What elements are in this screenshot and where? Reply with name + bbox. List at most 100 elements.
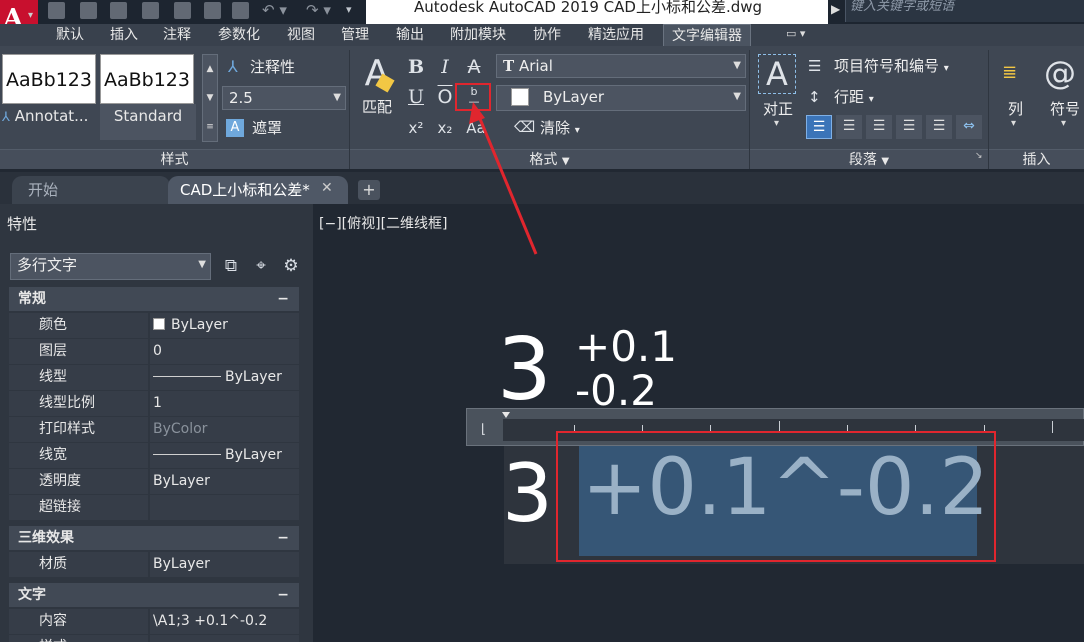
property-row[interactable]: 线型比例 1 bbox=[9, 391, 299, 417]
tab-collaborate[interactable]: 协作 bbox=[533, 24, 561, 46]
quick-select-icon[interactable]: ⚙ bbox=[280, 255, 302, 277]
tab-parametric[interactable]: 参数化 bbox=[218, 24, 260, 46]
distribute-button[interactable]: ☰ bbox=[926, 115, 952, 139]
property-row[interactable]: 超链接 bbox=[9, 495, 299, 521]
section-general[interactable]: 常规 − bbox=[9, 287, 299, 311]
property-value[interactable]: 0 bbox=[150, 339, 299, 364]
font-select[interactable]: T Arial ▼ bbox=[496, 54, 746, 78]
indent-marker-icon[interactable] bbox=[502, 412, 510, 418]
property-row[interactable]: 材质 ByLayer bbox=[9, 552, 299, 578]
tab-insert[interactable]: 插入 bbox=[110, 24, 138, 46]
new-tab-button[interactable]: + bbox=[358, 180, 380, 200]
property-key: 线宽 bbox=[9, 443, 148, 468]
tab-view[interactable]: 视图 bbox=[287, 24, 315, 46]
tab-featured-apps[interactable]: 精选应用 bbox=[588, 24, 644, 46]
columns-label[interactable]: 列 bbox=[1008, 98, 1023, 120]
close-icon[interactable]: ✕ bbox=[321, 180, 333, 196]
chevron-down-icon: ▼ bbox=[198, 259, 206, 270]
property-row[interactable]: 线型 ByLayer bbox=[9, 365, 299, 391]
property-key: 内容 bbox=[9, 609, 148, 634]
style-label-annotative[interactable]: ⅄ Annotat... bbox=[2, 104, 96, 140]
save-as-icon[interactable] bbox=[142, 2, 159, 19]
justification-icon[interactable]: A bbox=[758, 54, 796, 94]
strikethrough-button[interactable]: A bbox=[463, 56, 485, 78]
property-value[interactable]: \A1;3 +0.1^-0.2 bbox=[150, 609, 299, 634]
style-scroll[interactable]: ▲ ▼ ≡ bbox=[202, 54, 218, 142]
style-preview-standard[interactable]: AaBb123 bbox=[100, 54, 194, 104]
section-3d-effects[interactable]: 三维效果 − bbox=[9, 526, 299, 550]
redo-icon[interactable]: ↷ ▾ bbox=[306, 1, 331, 19]
tab-start[interactable]: 开始 bbox=[12, 176, 170, 204]
open-file-icon[interactable] bbox=[80, 2, 97, 19]
open-web-icon[interactable] bbox=[174, 2, 191, 19]
align-center-button[interactable]: ☰ bbox=[836, 115, 862, 139]
ribbon-options-icon[interactable]: ▭ ▾ bbox=[786, 27, 828, 43]
symbol-label[interactable]: 符号 bbox=[1050, 98, 1080, 120]
style-panel-footer: 样式 bbox=[0, 149, 349, 169]
chevron-down-icon: ▾ bbox=[1011, 118, 1017, 129]
section-text[interactable]: 文字 − bbox=[9, 583, 299, 607]
paragraph-panel-footer[interactable]: 段落 ▼ bbox=[750, 149, 988, 169]
tab-annotate[interactable]: 注释 bbox=[163, 24, 191, 46]
bold-button[interactable]: B bbox=[405, 56, 427, 78]
app-menu-arrow-icon[interactable]: ▾ bbox=[28, 10, 33, 21]
undo-icon[interactable]: ↶ ▾ bbox=[262, 1, 287, 19]
quick-access-dropdown-icon[interactable]: ▾ bbox=[346, 3, 352, 16]
save-icon[interactable] bbox=[110, 2, 127, 19]
viewport-controls[interactable]: [−][俯视][二维线框] bbox=[319, 213, 448, 233]
title-arrow-icon[interactable]: ▶ bbox=[831, 2, 840, 16]
property-row[interactable]: 颜色 ByLayer bbox=[9, 313, 299, 339]
tab-stop-icon[interactable]: ⌊ bbox=[481, 422, 486, 437]
tab-output[interactable]: 输出 bbox=[396, 24, 424, 46]
tab-addins[interactable]: 附加模块 bbox=[450, 24, 506, 46]
property-value-text: ByLayer bbox=[225, 447, 282, 463]
text-height-select[interactable]: 2.5 ▼ bbox=[222, 86, 346, 110]
property-row[interactable]: 线宽 ByLayer bbox=[9, 443, 299, 469]
object-type-select[interactable]: 多行文字 ▼ bbox=[10, 253, 211, 280]
property-value[interactable]: ByLayer bbox=[150, 365, 299, 390]
select-objects-icon[interactable]: ⌖ bbox=[250, 255, 272, 277]
property-value[interactable]: ByLayer bbox=[150, 469, 299, 494]
tab-default[interactable]: 默认 bbox=[56, 24, 84, 46]
mask-label[interactable]: 遮罩 bbox=[252, 117, 282, 139]
property-row[interactable]: 透明度 ByLayer bbox=[9, 469, 299, 495]
style-preview-annotative[interactable]: AaBb123 bbox=[2, 54, 96, 104]
paragraph-panel-title: 段落 bbox=[848, 152, 877, 168]
italic-button[interactable]: I bbox=[434, 56, 456, 78]
property-row[interactable]: 内容 \A1;3 +0.1^-0.2 bbox=[9, 609, 299, 635]
search-input[interactable]: 键入关键字或短语 bbox=[845, 0, 1084, 22]
tab-manage[interactable]: 管理 bbox=[341, 24, 369, 46]
superscript-button[interactable]: x² bbox=[405, 117, 427, 139]
property-row[interactable]: 样式 bbox=[9, 635, 299, 642]
justify-label[interactable]: 对正 bbox=[763, 98, 793, 120]
property-value[interactable] bbox=[150, 495, 299, 520]
underline-button[interactable]: U bbox=[405, 86, 427, 108]
toggle-pickadd-icon[interactable]: ⧉ bbox=[220, 255, 242, 277]
plot-icon[interactable] bbox=[232, 2, 249, 19]
bullets-button[interactable]: 项目符号和编号 ▾ bbox=[834, 55, 949, 80]
paragraph-settings-button[interactable]: ⇔ bbox=[956, 115, 982, 139]
justify-button[interactable]: ☰ bbox=[896, 115, 922, 139]
editor-base-text[interactable]: 3 bbox=[502, 448, 553, 540]
line-spacing-button[interactable]: 行距 ▾ bbox=[834, 86, 874, 111]
property-row[interactable]: 图层 0 bbox=[9, 339, 299, 365]
text-height-value: 2.5 bbox=[229, 89, 253, 107]
property-value[interactable] bbox=[150, 635, 299, 642]
panel-launcher-icon[interactable]: ↘ bbox=[975, 151, 983, 161]
property-row[interactable]: 打印样式 ByColor bbox=[9, 417, 299, 443]
property-value[interactable]: 1 bbox=[150, 391, 299, 416]
align-left-button[interactable]: ☰ bbox=[806, 115, 832, 139]
new-file-icon[interactable] bbox=[48, 2, 65, 19]
chevron-down-icon: ▼ bbox=[333, 92, 341, 103]
annotative-label[interactable]: 注释性 bbox=[250, 56, 295, 78]
tab-text-editor[interactable]: 文字编辑器 bbox=[663, 24, 751, 46]
property-value[interactable]: ByLayer bbox=[150, 313, 299, 338]
align-right-button[interactable]: ☰ bbox=[866, 115, 892, 139]
property-value[interactable]: ByLayer bbox=[150, 552, 299, 577]
share-icon[interactable] bbox=[204, 2, 221, 19]
chevron-down-icon: ▼ bbox=[881, 156, 890, 167]
ruler-tick bbox=[1052, 421, 1053, 433]
match-label[interactable]: 匹配 bbox=[362, 96, 392, 118]
property-value[interactable]: ByLayer bbox=[150, 443, 299, 468]
style-label-standard[interactable]: Standard bbox=[100, 104, 196, 140]
